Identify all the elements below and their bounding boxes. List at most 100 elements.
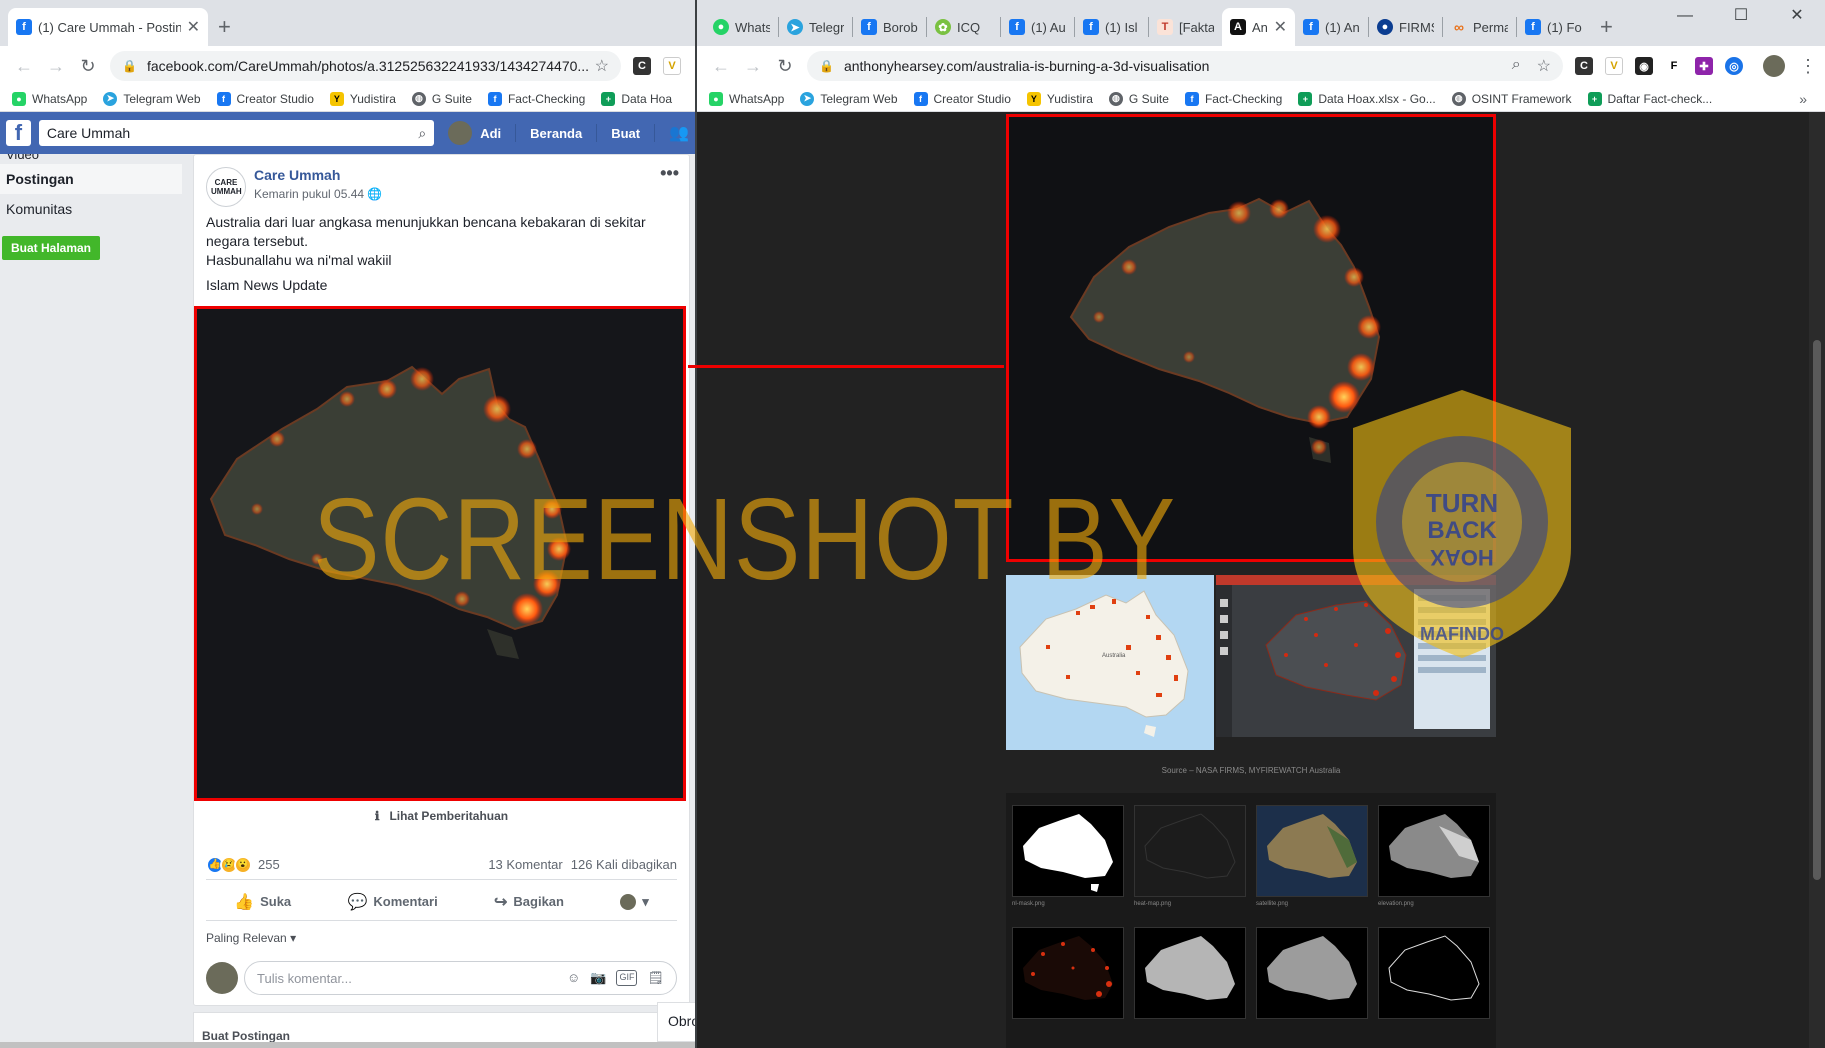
profile-link[interactable]: Adi bbox=[480, 126, 501, 141]
address-bar[interactable]: 🔒 anthonyhearsey.com/australia-is-burnin… bbox=[807, 51, 1563, 81]
bookmark-star-icon[interactable]: ☆ bbox=[595, 56, 609, 76]
wow-reaction-icon[interactable]: 😮 bbox=[234, 855, 252, 874]
share-button[interactable]: ↪ Bagikan bbox=[494, 892, 564, 912]
reload-button[interactable]: ↻ bbox=[769, 56, 801, 77]
gallery-tile-elevation[interactable] bbox=[1378, 805, 1490, 897]
tab-borobudur[interactable]: f Borob bbox=[853, 8, 926, 46]
scrollbar-thumb[interactable] bbox=[1813, 340, 1821, 880]
create-page-button[interactable]: Buat Halaman bbox=[2, 236, 100, 260]
close-tab-icon[interactable]: ✕ bbox=[181, 17, 200, 37]
page-avatar[interactable]: CARE UMMAH bbox=[206, 167, 246, 207]
comment-button[interactable]: 💬 Komentari bbox=[347, 892, 437, 912]
extension-icon-c[interactable]: C bbox=[1575, 57, 1593, 75]
extension-icon-f[interactable]: F bbox=[1665, 57, 1683, 75]
minimize-button[interactable]: — bbox=[1657, 4, 1713, 28]
back-button[interactable]: ← bbox=[705, 56, 737, 77]
sticker-icon[interactable]: 🗒 bbox=[647, 970, 664, 986]
more-bookmarks-icon[interactable]: » bbox=[1799, 91, 1807, 107]
new-tab-button[interactable]: + bbox=[1600, 14, 1613, 40]
bookmark-telegram[interactable]: ➤ Telegram Web bbox=[103, 91, 201, 106]
reaction-count[interactable]: 255 bbox=[258, 857, 280, 872]
forward-button[interactable]: → bbox=[40, 56, 72, 77]
like-button[interactable]: 👍 Suka bbox=[234, 892, 291, 912]
post-options-icon[interactable]: ••• bbox=[660, 163, 679, 184]
extension-icon-purple[interactable]: ✚ bbox=[1695, 57, 1713, 75]
close-window-button[interactable]: ✕ bbox=[1769, 4, 1825, 28]
share-count[interactable]: 126 Kali dibagikan bbox=[571, 857, 677, 872]
bookmark-gsuite[interactable]: ◍ G Suite bbox=[1108, 91, 1169, 106]
bookmark-data-hoax[interactable]: + Data Hoax.xlsx - Go... bbox=[1298, 91, 1436, 106]
fire-map-thumbnail[interactable]: Australia bbox=[1006, 575, 1214, 750]
tab-facebook-isl[interactable]: f (1) Isl bbox=[1075, 8, 1148, 46]
bookmark-fact-checking[interactable]: f Fact-Checking bbox=[487, 91, 585, 106]
bookmark-fact-checking[interactable]: f Fact-Checking bbox=[1184, 91, 1282, 106]
tab-facebook-an[interactable]: f (1) An bbox=[1295, 8, 1368, 46]
extension-icon-blue[interactable]: ◎ bbox=[1725, 57, 1743, 75]
bookmark-creator-studio[interactable]: f Creator Studio bbox=[913, 91, 1011, 106]
bookmark-creator-studio[interactable]: f Creator Studio bbox=[216, 91, 314, 106]
see-notice-link[interactable]: ℹ Lihat Pemberitahuan bbox=[194, 809, 689, 823]
bookmark-yudistira[interactable]: Y Yudistira bbox=[329, 91, 396, 106]
post-as-selector[interactable]: ▾ bbox=[620, 893, 649, 910]
gallery-tile-satellite[interactable] bbox=[1256, 805, 1368, 897]
gallery-tile-elevation-2[interactable] bbox=[1134, 927, 1246, 1019]
tab-facebook-au[interactable]: f (1) Au bbox=[1001, 8, 1074, 46]
extension-icon-v[interactable]: V bbox=[663, 57, 681, 75]
bookmark-yudistira[interactable]: Y Yudistira bbox=[1026, 91, 1093, 106]
vertical-scrollbar[interactable] bbox=[1809, 112, 1825, 1048]
nav-beranda[interactable]: Beranda bbox=[530, 126, 582, 141]
gallery-tile-fire[interactable] bbox=[1012, 927, 1124, 1019]
friend-requests-icon[interactable]: 👥 bbox=[669, 123, 689, 143]
close-tab-icon[interactable]: ✕ bbox=[1268, 17, 1287, 37]
profile-avatar[interactable] bbox=[1763, 55, 1785, 77]
bookmark-osint[interactable]: ◍ OSINT Framework bbox=[1451, 91, 1572, 106]
post-timestamp[interactable]: Kemarin pukul 05.44 🌐 bbox=[254, 187, 382, 201]
sidebar-item-komunitas[interactable]: Komunitas bbox=[0, 194, 190, 224]
post-image-australia-fires[interactable] bbox=[194, 306, 686, 801]
bookmark-daftar-fact-check[interactable]: + Daftar Fact-check... bbox=[1587, 91, 1712, 106]
extension-icon-v[interactable]: V bbox=[1605, 57, 1623, 75]
emoji-icon[interactable]: ☺ bbox=[567, 970, 580, 986]
camera-icon[interactable]: 📷 bbox=[590, 970, 606, 986]
tab-whatsapp[interactable]: ● Whats bbox=[705, 8, 778, 46]
bookmark-star-icon[interactable]: ☆ bbox=[1537, 56, 1551, 76]
gallery-tile-elevation-3[interactable] bbox=[1256, 927, 1368, 1019]
post-author[interactable]: Care Ummah bbox=[254, 167, 382, 183]
reload-button[interactable]: ↻ bbox=[72, 56, 104, 77]
tab-anthonyhearsey[interactable]: A An ✕ bbox=[1222, 8, 1295, 46]
sidebar-item-postingan[interactable]: Postingan bbox=[0, 164, 182, 194]
chrome-menu-icon[interactable]: ⋮ bbox=[1799, 56, 1817, 77]
bookmark-whatsapp[interactable]: ● WhatsApp bbox=[12, 91, 87, 106]
gif-icon[interactable]: GIF bbox=[616, 970, 638, 986]
tab-facebook-for[interactable]: f(1) For bbox=[1517, 8, 1590, 46]
facebook-search-input[interactable]: Care Ummah ⌕ bbox=[38, 120, 435, 146]
firms-map-thumbnail[interactable] bbox=[1216, 575, 1496, 750]
gallery-tile-coastline[interactable] bbox=[1378, 927, 1490, 1019]
search-icon[interactable]: ⌕ bbox=[1512, 56, 1521, 76]
tab-telegram[interactable]: ➤ Telegr bbox=[779, 8, 852, 46]
tab-facebook-care-ummah[interactable]: f (1) Care Ummah - Postingan ✕ bbox=[8, 8, 208, 46]
bookmark-data-hoax[interactable]: + Data Hoa bbox=[601, 91, 672, 106]
bookmark-whatsapp[interactable]: ● WhatsApp bbox=[709, 91, 784, 106]
maximize-button[interactable]: ☐ bbox=[1713, 4, 1769, 28]
sidebar-item-video[interactable]: Video bbox=[0, 154, 190, 164]
hero-image-australia-fires[interactable] bbox=[1006, 114, 1496, 562]
tab-firms[interactable]: ●FIRMS bbox=[1369, 8, 1442, 46]
gallery-tile-mask[interactable] bbox=[1012, 805, 1124, 897]
tab-icq[interactable]: ✿ ICQ bbox=[927, 8, 1000, 46]
forward-button[interactable]: → bbox=[737, 56, 769, 77]
extension-icon-glasses[interactable]: ◉ bbox=[1635, 57, 1653, 75]
tab-fakta[interactable]: T [Fakta bbox=[1149, 8, 1222, 46]
bookmark-gsuite[interactable]: ◍ G Suite bbox=[411, 91, 472, 106]
gallery-tile-heatmap[interactable] bbox=[1134, 805, 1246, 897]
horizontal-scrollbar[interactable] bbox=[0, 1042, 695, 1048]
comment-sort-dropdown[interactable]: Paling Relevan ▾ bbox=[206, 931, 296, 945]
facebook-logo-icon[interactable]: f bbox=[6, 120, 31, 146]
bookmark-telegram[interactable]: ➤ Telegram Web bbox=[800, 91, 898, 106]
comment-input[interactable]: Tulis komentar... ☺ 📷 GIF 🗒 bbox=[244, 961, 677, 995]
search-icon[interactable]: ⌕ bbox=[418, 125, 426, 142]
address-bar[interactable]: 🔒 facebook.com/CareUmmah/photos/a.312525… bbox=[110, 51, 621, 81]
back-button[interactable]: ← bbox=[8, 56, 40, 77]
comment-count[interactable]: 13 Komentar bbox=[488, 857, 562, 872]
tab-perma[interactable]: ∞ Perma bbox=[1443, 8, 1516, 46]
